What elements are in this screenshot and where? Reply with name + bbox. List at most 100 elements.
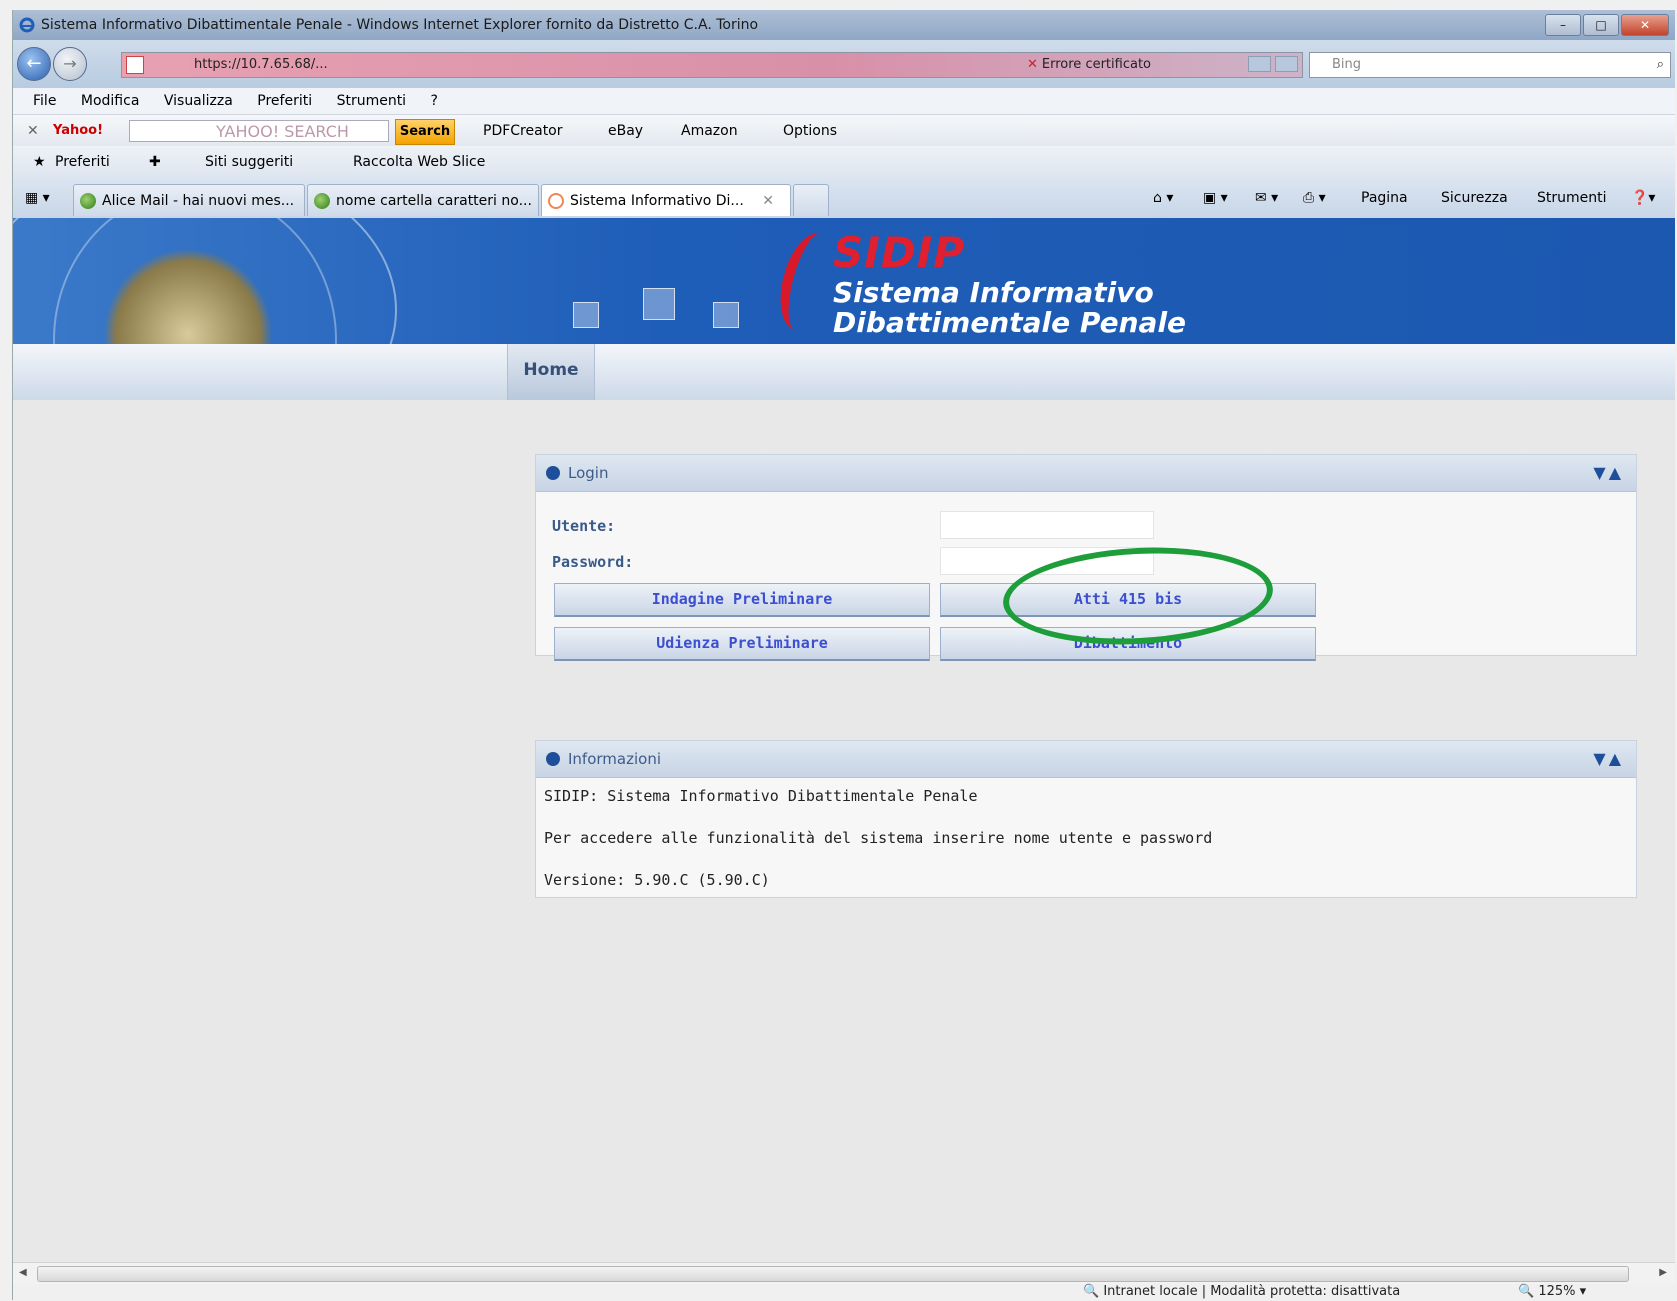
forward-button[interactable]: → xyxy=(53,47,87,81)
password-input[interactable] xyxy=(940,547,1154,575)
tab-label: Sistema Informativo Di... xyxy=(570,193,744,209)
browser-window: Sistema Informativo Dibattimentale Penal… xyxy=(12,10,1675,1300)
back-button[interactable]: ← xyxy=(17,47,51,81)
page-icon xyxy=(126,56,144,74)
stop-icon[interactable] xyxy=(1275,56,1298,72)
menu-strumenti[interactable]: Strumenti xyxy=(337,93,407,109)
options-button[interactable]: Options xyxy=(783,115,837,147)
zone-status: 🔍 Intranet locale | Modalità protetta: d… xyxy=(1083,1284,1400,1300)
decor-square xyxy=(713,302,739,328)
status-bar: 🔍 Intranet locale | Modalità protetta: d… xyxy=(13,1284,1675,1300)
quick-tabs-icon[interactable]: ▦ ▾ xyxy=(25,178,50,218)
search-input[interactable]: Bing ⌕ xyxy=(1309,52,1671,78)
search-icon[interactable]: ⌕ xyxy=(1657,53,1664,77)
print-icon[interactable]: ⎙ ▾ xyxy=(1303,178,1326,218)
certificate-error[interactable]: ✕ Errore certificato xyxy=(1027,53,1151,77)
decor-square xyxy=(643,288,675,320)
login-panel: Login ▼▲ Utente: Password: Indagine Prel… xyxy=(535,454,1637,661)
ebay-button[interactable]: eBay xyxy=(608,115,643,147)
home-tab[interactable]: Home xyxy=(507,344,595,400)
password-label: Password: xyxy=(552,553,634,571)
zone-label: Intranet locale | Modalità protetta: dis… xyxy=(1103,1284,1401,1299)
cert-error-label: Errore certificato xyxy=(1041,57,1151,72)
user-label: Utente: xyxy=(552,517,616,535)
decor-square xyxy=(573,302,599,328)
login-panel-title: Login xyxy=(568,464,609,482)
info-panel: Informazioni ▼▲ SIDIP: Sistema Informati… xyxy=(535,740,1637,898)
udienza-preliminare-button[interactable]: Udienza Preliminare xyxy=(554,627,930,661)
banner-line-2: Dibattimentale Penale xyxy=(833,306,1187,339)
zoom-control[interactable]: 🔍 125% ▾ xyxy=(1518,1284,1586,1300)
login-panel-header: Login ▼▲ xyxy=(536,455,1636,492)
yahoo-search-input[interactable]: YAHOO! SEARCH xyxy=(129,120,389,142)
scroll-left-icon[interactable]: ◀ xyxy=(19,1267,27,1278)
tools-menu[interactable]: Strumenti xyxy=(1537,178,1607,218)
menu-file[interactable]: File xyxy=(33,93,56,109)
safety-menu[interactable]: Sicurezza xyxy=(1441,178,1508,218)
menu-visualizza[interactable]: Visualizza xyxy=(164,93,233,109)
menu-preferiti[interactable]: Preferiti xyxy=(257,93,312,109)
menu-bar: File Modifica Visualizza Preferiti Strum… xyxy=(13,88,1675,114)
star-icon[interactable]: ★ xyxy=(33,146,46,178)
new-tab-button[interactable] xyxy=(793,184,829,216)
ie-icon xyxy=(19,17,35,33)
user-input[interactable] xyxy=(940,511,1154,539)
mail-icon[interactable]: ✉ ▾ xyxy=(1255,178,1278,218)
home-icon[interactable]: ⌂ ▾ xyxy=(1153,178,1173,218)
ie-page-icon xyxy=(80,193,96,209)
amazon-button[interactable]: Amazon xyxy=(681,115,738,147)
info-panel-header: Informazioni ▼▲ xyxy=(536,741,1636,778)
help-icon[interactable]: ❓▾ xyxy=(1631,178,1655,218)
zoom-icon: 🔍 xyxy=(1518,1284,1539,1299)
info-panel-title: Informazioni xyxy=(568,750,661,768)
banner-line-1: Sistema Informativo xyxy=(833,276,1154,309)
scroll-right-icon[interactable]: ▶ xyxy=(1659,1267,1667,1278)
tab-row: ▦ ▾ Alice Mail - hai nuovi mes... nome c… xyxy=(13,178,1675,218)
tab-nome-cartella[interactable]: nome cartella caratteri no... xyxy=(307,184,539,216)
feeds-icon[interactable]: ▣ ▾ xyxy=(1203,178,1228,218)
add-favorite-icon[interactable]: ✚ xyxy=(149,146,161,178)
horizontal-scrollbar[interactable]: ◀ ▶ xyxy=(13,1262,1675,1285)
yahoo-logo: Yahoo! xyxy=(53,123,104,138)
minimize-icon[interactable]: – xyxy=(1545,14,1581,36)
collapse-expand-icon[interactable]: ▼▲ xyxy=(1593,741,1624,777)
maximize-icon[interactable]: □ xyxy=(1583,14,1619,36)
page-menu[interactable]: Pagina xyxy=(1361,178,1408,218)
suggested-sites-link[interactable]: Siti suggeriti xyxy=(205,146,293,178)
address-bar: ← → https://10.7.65.68/... ✕ Errore certi… xyxy=(13,40,1675,88)
search-placeholder: Bing xyxy=(1332,57,1362,72)
monument-image xyxy=(103,248,273,344)
loading-icon xyxy=(548,193,564,209)
yahoo-search-button[interactable]: Search xyxy=(395,119,455,145)
refresh-stop-buttons[interactable] xyxy=(1248,56,1298,72)
menu-help[interactable]: ? xyxy=(431,93,438,109)
indagine-preliminare-button[interactable]: Indagine Preliminare xyxy=(554,583,930,617)
nav-band: Home xyxy=(13,344,1675,400)
panel-bullet-icon xyxy=(546,466,560,480)
close-icon[interactable]: ✕ xyxy=(1621,14,1669,36)
close-toolbar-icon[interactable]: ✕ xyxy=(27,115,39,147)
dibattimento-button[interactable]: Dibattimento xyxy=(940,627,1316,661)
scroll-thumb[interactable] xyxy=(37,1266,1629,1282)
tab-label: nome cartella caratteri no... xyxy=(336,193,532,209)
tab-label: Alice Mail - hai nuovi mes... xyxy=(102,193,295,209)
tab-alice-mail[interactable]: Alice Mail - hai nuovi mes... xyxy=(73,184,305,216)
favorites-bar: ★ Preferiti ✚ Siti suggeriti Raccolta We… xyxy=(13,146,1675,178)
refresh-icon[interactable] xyxy=(1248,56,1271,72)
web-slice-link[interactable]: Raccolta Web Slice xyxy=(353,146,485,178)
close-tab-icon[interactable]: ✕ xyxy=(762,185,774,216)
page-content: SIDIP Sistema Informativo Dibattimentale… xyxy=(13,218,1675,1262)
pdfcreator-button[interactable]: PDFCreator xyxy=(483,115,563,147)
info-line-2: Per accedere alle funzionalità del siste… xyxy=(544,829,1213,847)
zoom-level: 125% xyxy=(1538,1284,1576,1299)
collapse-expand-icon[interactable]: ▼▲ xyxy=(1593,455,1624,491)
ie-page-icon xyxy=(314,193,330,209)
atti-415-bis-button[interactable]: Atti 415 bis xyxy=(940,583,1316,617)
info-line-3: Versione: 5.90.C (5.90.C) xyxy=(544,871,770,889)
tab-sidip[interactable]: Sistema Informativo Di... ✕ xyxy=(541,184,791,216)
sidip-logo: SIDIP xyxy=(833,228,966,277)
favorites-button[interactable]: Preferiti xyxy=(55,146,110,178)
url-text: https://10.7.65.68/... xyxy=(194,57,328,72)
url-field[interactable]: https://10.7.65.68/... ✕ Errore certifica… xyxy=(121,52,1303,78)
menu-modifica[interactable]: Modifica xyxy=(81,93,140,109)
